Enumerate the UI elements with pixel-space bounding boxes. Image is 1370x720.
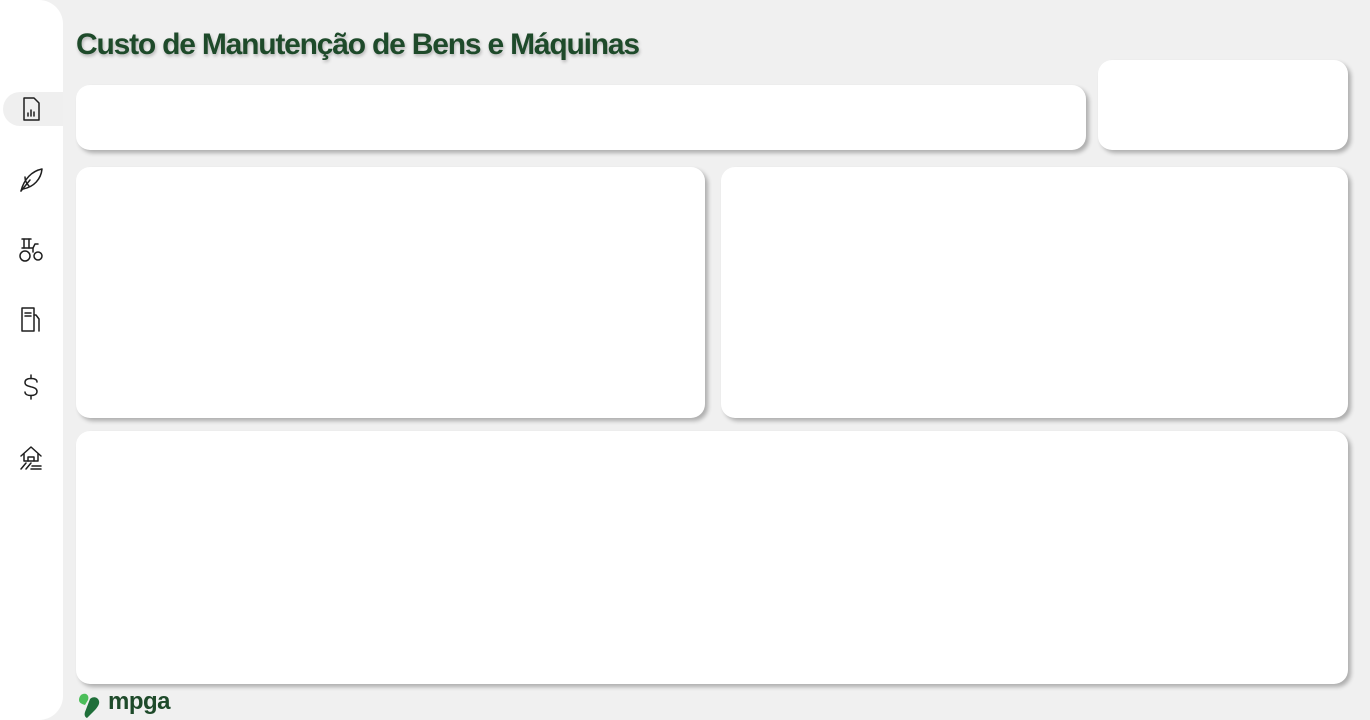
sidebar-item-tractor[interactable] (0, 231, 63, 267)
kpi-card (1098, 60, 1348, 150)
chart-panel-left (76, 167, 705, 418)
sidebar-item-fuel[interactable] (0, 301, 63, 337)
leaf-icon (16, 165, 46, 195)
sidebar-item-leaf[interactable] (0, 162, 63, 198)
report-chart-icon (16, 94, 46, 124)
sidebar-item-finance[interactable] (0, 369, 63, 405)
logo-leaf-icon (79, 693, 100, 718)
sidebar-item-report[interactable] (3, 92, 63, 126)
sidebar-item-farm[interactable] (0, 439, 63, 475)
company-logo: mpga (76, 688, 171, 720)
chart-panel-right (721, 167, 1348, 418)
logo-text: mpga (108, 688, 171, 715)
farm-house-icon (16, 442, 46, 472)
filter-panel (76, 85, 1086, 150)
dollar-icon (16, 372, 46, 402)
tractor-icon (16, 234, 46, 264)
dashboard-page: Custo de Manutenção de Bens e Máquinas m… (0, 0, 1370, 720)
sidebar (0, 0, 63, 720)
fuel-pump-icon (16, 304, 46, 334)
page-title: Custo de Manutenção de Bens e Máquinas (76, 28, 640, 61)
chart-panel-bottom (76, 431, 1348, 684)
